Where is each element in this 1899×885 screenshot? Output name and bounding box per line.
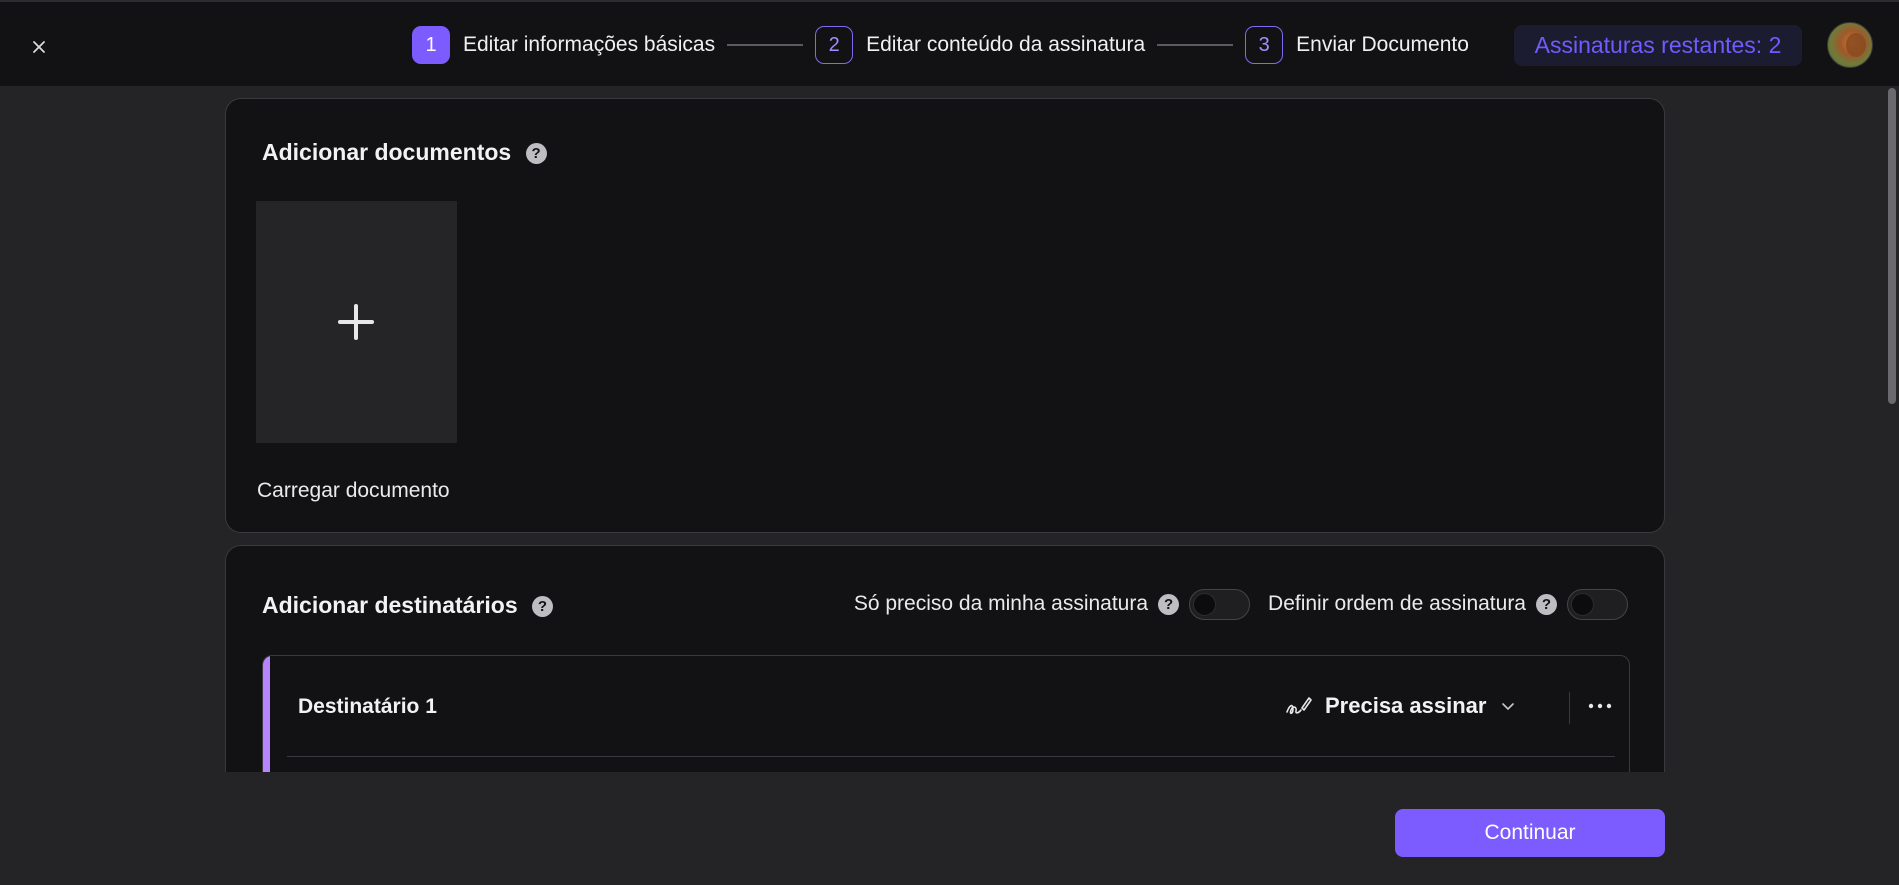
help-icon[interactable]: ? [1536,593,1557,615]
help-icon[interactable]: ? [525,143,547,165]
add-documents-heading: Adicionar documentos ? [262,139,547,166]
stepper: 1 Editar informações básicas 2 Editar co… [412,26,1469,64]
only-my-signature-label: Só preciso da minha assinatura [853,592,1149,615]
chevron-down-icon [1502,698,1526,714]
remaining-signatures-badge[interactable]: Assinaturas restantes: 2 [1514,25,1802,66]
step-1-label: Editar informações básicas [463,33,716,56]
add-documents-card: Adicionar documentos ? Carregar document… [225,98,1665,533]
divider [1569,692,1570,724]
divider [287,756,1615,757]
continue-button[interactable]: Continuar [1395,809,1665,857]
plus-icon-vertical [354,304,358,340]
help-icon[interactable]: ? [532,596,554,618]
recipient-name: Destinatário 1 [298,695,437,718]
avatar[interactable] [1827,22,1873,68]
role-dropdown[interactable]: Precisa assinar [1285,686,1526,726]
step-2-number: 2 [815,26,854,64]
step-connector [1157,44,1234,46]
step-2-label: Editar conteúdo da assinatura [866,33,1146,56]
step-3-number: 3 [1245,26,1284,64]
step-1-number: 1 [412,26,450,64]
recipient-options: Só preciso da minha assinatura ? Definir… [853,588,1628,620]
step-2[interactable]: 2 Editar conteúdo da assinatura [815,26,1145,64]
help-icon[interactable]: ? [1158,593,1180,615]
more-options-icon[interactable] [1583,688,1617,722]
signing-order-toggle[interactable] [1567,588,1628,620]
step-3-label: Enviar Documento [1296,33,1469,56]
scrollbar-thumb[interactable] [1888,88,1896,404]
add-documents-title: Adicionar documentos [262,139,512,165]
only-my-signature-toggle[interactable] [1189,588,1251,620]
role-label: Precisa assinar [1325,693,1487,718]
add-recipients-heading: Adicionar destinatários ? [262,592,554,619]
step-3[interactable]: 3 Enviar Documento [1245,26,1469,64]
footer-bar: Continuar [0,772,1899,885]
upload-document-label[interactable]: Carregar documento [257,479,450,503]
toggle-knob [1193,592,1217,616]
upload-document-tile[interactable] [256,201,457,443]
add-recipients-title: Adicionar destinatários [262,592,518,618]
close-icon[interactable] [26,34,52,60]
avatar-image [1846,33,1866,57]
toggle-knob [1571,592,1594,616]
step-connector [727,44,804,46]
signing-order-label: Definir ordem de assinatura [1268,592,1526,615]
step-1[interactable]: 1 Editar informações básicas [412,26,715,64]
top-bar: 1 Editar informações básicas 2 Editar co… [0,0,1899,86]
signature-pen-icon [1286,697,1312,715]
